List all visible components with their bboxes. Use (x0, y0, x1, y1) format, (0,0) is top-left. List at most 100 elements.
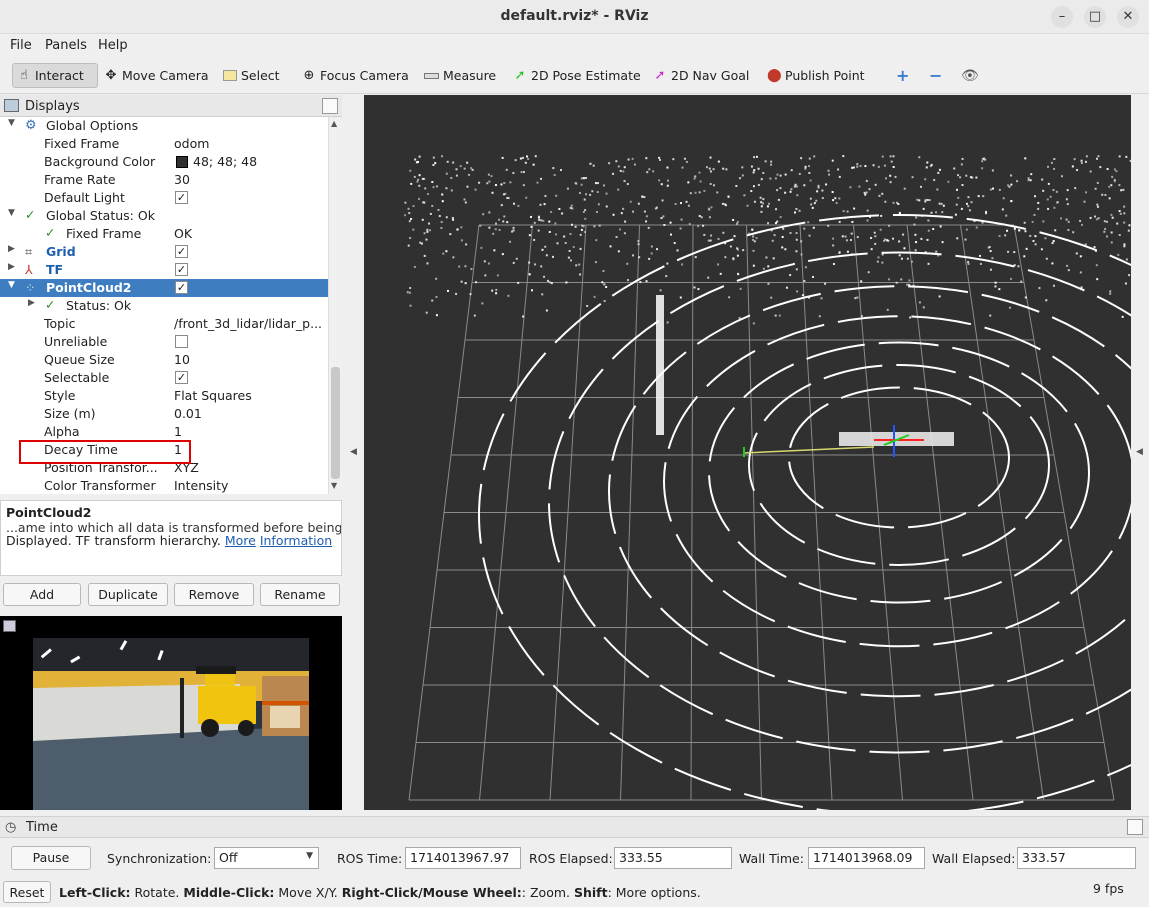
tree-row-value[interactable]: 0.01 (174, 406, 202, 421)
collapse-right-icon[interactable]: ◀ (1136, 447, 1143, 457)
select-tool[interactable]: Select (219, 63, 284, 88)
tree-row-unreliable[interactable]: Unreliable (0, 333, 328, 351)
point (1106, 220, 1109, 223)
float-time-panel-button[interactable] (1127, 819, 1143, 835)
point (991, 169, 994, 172)
tree-row-global-status[interactable]: ▼ ✓ Global Status: Ok (0, 207, 328, 225)
ok-check-icon: ✓ (25, 207, 36, 222)
tree-row-color-transformer[interactable]: Color Transformer Intensity (0, 477, 328, 494)
pose-estimate-tool[interactable]: ➚ 2D Pose Estimate (509, 63, 645, 88)
point (1083, 200, 1086, 203)
tree-row-value[interactable]: 1 (174, 424, 182, 439)
add-tool-button[interactable]: + (892, 63, 913, 88)
expand-arrow-icon[interactable]: ▼ (8, 118, 15, 128)
tree-row-value[interactable]: odom (174, 136, 209, 151)
tree-scrollbar[interactable]: ▲ ▼ (328, 117, 342, 494)
point (539, 203, 542, 206)
tree-row-value[interactable]: 30 (174, 172, 190, 187)
menu-help[interactable]: Help (98, 38, 128, 53)
point (1108, 185, 1111, 188)
wall-time-field[interactable]: 1714013968.09 (808, 847, 925, 869)
tree-row-default-light[interactable]: Default Light ✓ (0, 189, 328, 207)
point (965, 174, 968, 177)
close-button[interactable]: ✕ (1117, 6, 1139, 28)
expand-arrow-icon[interactable]: ▶ (28, 298, 35, 308)
expand-arrow-icon[interactable]: ▼ (8, 280, 15, 290)
scrollbar-thumb[interactable] (331, 367, 340, 479)
tree-row-status-ok[interactable]: ▶ ✓ Status: Ok (0, 297, 328, 315)
tree-row-value[interactable]: Intensity (174, 478, 228, 493)
minimize-button[interactable]: – (1051, 6, 1073, 28)
point (554, 222, 557, 225)
tree-row-fixed-frame[interactable]: Fixed Frame odom (0, 135, 328, 153)
nav-goal-tool[interactable]: ➚ 2D Nav Goal (649, 63, 753, 88)
expand-arrow-icon[interactable]: ▶ (8, 244, 15, 254)
tree-row-selectable[interactable]: Selectable ✓ (0, 369, 328, 387)
tree-row-value[interactable]: 10 (174, 352, 190, 367)
tree-row-value[interactable]: /front_3d_lidar/lidar_p... (174, 316, 322, 331)
point-pillar (656, 295, 664, 435)
checkbox[interactable] (175, 335, 188, 348)
menu-file[interactable]: File (10, 38, 32, 53)
tree-row-alpha[interactable]: Alpha 1 (0, 423, 328, 441)
tree-row-status-fixed-frame[interactable]: ✓ Fixed Frame OK (0, 225, 328, 243)
add-button[interactable]: Add (3, 583, 81, 606)
publish-point-tool[interactable]: ⬤ Publish Point (763, 63, 869, 88)
tree-row-style[interactable]: Style Flat Squares (0, 387, 328, 405)
tree-row-topic[interactable]: Topic /front_3d_lidar/lidar_p... (0, 315, 328, 333)
view-options-button[interactable]: 👁 (957, 63, 983, 88)
maximize-button[interactable]: □ (1084, 6, 1106, 28)
duplicate-button[interactable]: Duplicate (88, 583, 168, 606)
expand-arrow-icon[interactable]: ▶ (8, 262, 15, 272)
point (851, 220, 854, 223)
3d-render-view[interactable] (364, 95, 1131, 810)
menu-panels[interactable]: Panels (45, 38, 87, 53)
point (1017, 229, 1020, 232)
point (820, 297, 823, 300)
point (584, 209, 587, 212)
expand-arrow-icon[interactable]: ▼ (8, 208, 15, 218)
more-link[interactable]: More (225, 533, 256, 548)
point (982, 195, 985, 198)
measure-tool[interactable]: Measure (420, 63, 500, 88)
tree-row-global-options[interactable]: ▼ ⚙ Global Options (0, 117, 328, 135)
tree-row-frame-rate[interactable]: Frame Rate 30 (0, 171, 328, 189)
checkbox[interactable]: ✓ (175, 263, 188, 276)
tree-row-tf[interactable]: ▶ ⅄ TF ✓ (0, 261, 328, 279)
checkbox[interactable]: ✓ (175, 371, 188, 384)
point (1103, 230, 1106, 233)
point (475, 281, 478, 284)
rename-button[interactable]: Rename (260, 583, 340, 606)
pointcloud-scene[interactable] (364, 95, 1131, 810)
reset-button[interactable]: Reset (3, 881, 51, 903)
checkbox[interactable]: ✓ (175, 191, 188, 204)
checkbox[interactable]: ✓ (175, 281, 188, 294)
interact-tool[interactable]: ☝ Interact (12, 63, 98, 88)
sync-select[interactable]: Off ▼ (214, 847, 319, 869)
checkbox[interactable]: ✓ (175, 245, 188, 258)
tree-row-value[interactable]: 48; 48; 48 (193, 154, 257, 169)
ros-time-field[interactable]: 1714013967.97 (405, 847, 521, 869)
tree-row-queue-size[interactable]: Queue Size 10 (0, 351, 328, 369)
wall-elapsed-field[interactable]: 333.57 (1017, 847, 1136, 869)
ros-elapsed-field[interactable]: 333.55 (614, 847, 732, 869)
tree-row-value[interactable]: Flat Squares (174, 388, 252, 403)
right-collapse-strip[interactable]: ◀ (1131, 95, 1149, 810)
remove-button[interactable]: Remove (174, 583, 254, 606)
pause-button[interactable]: Pause (11, 846, 91, 870)
remove-tool-button[interactable]: − (925, 63, 946, 88)
point (911, 176, 914, 179)
tree-row-pointcloud2[interactable]: ▼ ⁘ PointCloud2 ✓ (0, 279, 328, 297)
move-camera-tool[interactable]: ✥ Move Camera (100, 63, 213, 88)
float-panel-button[interactable] (322, 98, 338, 114)
collapse-left-icon[interactable]: ◀ (350, 447, 357, 457)
tree-row-size[interactable]: Size (m) 0.01 (0, 405, 328, 423)
focus-camera-tool[interactable]: ⊕ Focus Camera (298, 63, 413, 88)
panel-splitter[interactable]: ◀ (342, 95, 364, 810)
point (938, 295, 941, 298)
focus-camera-label: Focus Camera (320, 68, 409, 83)
tree-row-grid[interactable]: ▶ ⌗ Grid ✓ (0, 243, 328, 261)
point (612, 213, 615, 216)
tree-row-background-color[interactable]: Background Color 48; 48; 48 (0, 153, 328, 171)
information-link[interactable]: Information (260, 533, 332, 548)
